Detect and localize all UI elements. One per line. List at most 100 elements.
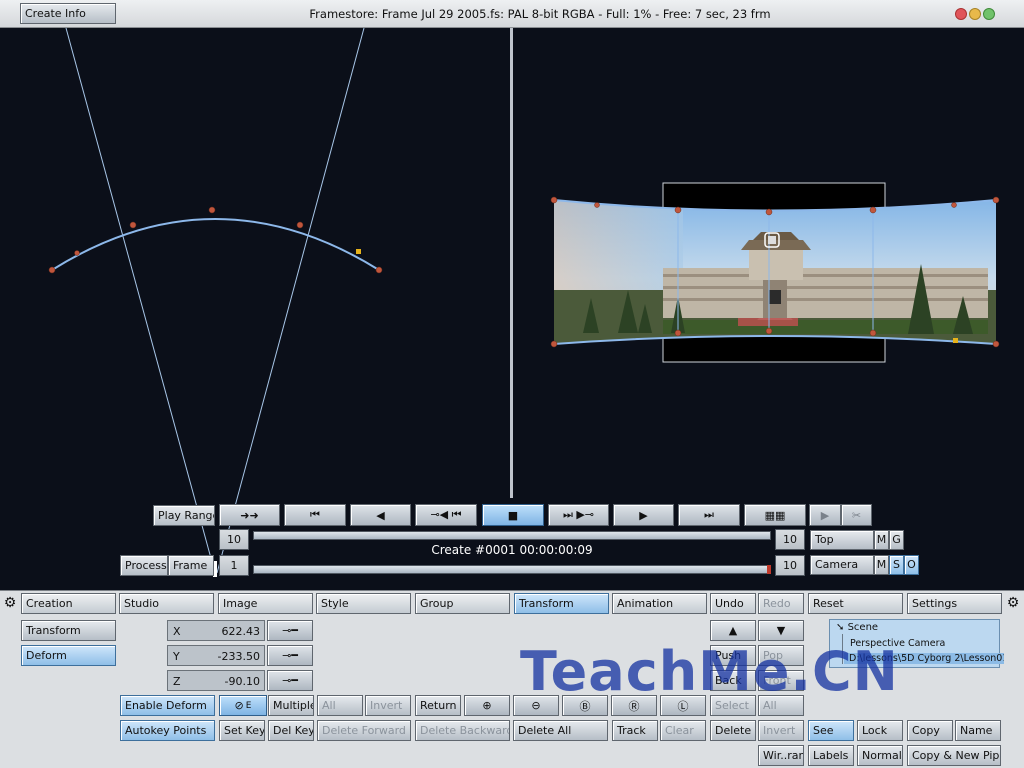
tab-style[interactable]: Style xyxy=(316,593,411,614)
play-icon: ▶ xyxy=(639,508,648,522)
delete-all-button[interactable]: Delete All xyxy=(513,720,608,741)
wireframe-button[interactable]: Wir..rame xyxy=(758,745,804,766)
invert-points-button[interactable]: Invert xyxy=(365,695,411,716)
add-point-button[interactable]: ⊕ xyxy=(464,695,510,716)
y-field[interactable]: Y -233.50 xyxy=(167,645,265,666)
control-point xyxy=(296,221,304,229)
arrows-icon: ➜➜ xyxy=(240,508,259,522)
current-frame-field[interactable]: 1 xyxy=(219,555,249,576)
arrows-button[interactable]: ➜➜ xyxy=(219,504,280,526)
move-up-button[interactable]: ▲ xyxy=(710,620,756,641)
scissors-icon: ✂ xyxy=(851,508,862,522)
transform-mode-button[interactable]: Transform xyxy=(21,620,116,641)
normals-button[interactable]: Normals xyxy=(857,745,903,766)
fast-forward-end-button[interactable]: ⏭ xyxy=(678,504,740,526)
rewind-to-start-icon: ⏮ xyxy=(310,508,320,521)
back-key-icon: ⊸◀ ⏮ xyxy=(430,508,462,521)
stop-icon: ■ xyxy=(507,508,519,522)
enable-deform-button[interactable]: Enable Deform xyxy=(120,695,215,716)
control-point xyxy=(375,266,383,274)
rewind-to-start-button[interactable]: ⏮ xyxy=(284,504,346,526)
range-slider[interactable] xyxy=(253,531,771,540)
tab-animation[interactable]: Animation xyxy=(612,593,707,614)
close-window-icon[interactable] xyxy=(955,8,967,20)
reset-button[interactable]: Reset xyxy=(808,593,903,614)
delete-forward-button[interactable]: Delete Forward xyxy=(317,720,411,741)
track-button[interactable]: Track xyxy=(612,720,658,741)
gear-right-icon[interactable]: ⚙ xyxy=(1005,594,1021,612)
next-key-button[interactable]: ⏭ ▶⊸ xyxy=(548,504,609,526)
top-view-g-button[interactable]: G xyxy=(889,530,904,550)
autokey-points-button[interactable]: Autokey Points xyxy=(120,720,215,741)
tab-group[interactable]: Group xyxy=(415,593,510,614)
del-key-button[interactable]: Del Key xyxy=(268,720,314,741)
labels-button[interactable]: Labels xyxy=(808,745,854,766)
scissors-button[interactable]: ✂ xyxy=(841,504,872,526)
minimize-window-icon[interactable] xyxy=(969,8,981,20)
name-button[interactable]: Name xyxy=(955,720,1001,741)
return-button[interactable]: Return xyxy=(415,695,461,716)
film-button[interactable]: ▦▦ xyxy=(744,504,806,526)
z-field[interactable]: Z -90.10 xyxy=(167,670,265,691)
deform-mode-button[interactable]: Deform xyxy=(21,645,116,666)
set-key-button[interactable]: Set Key xyxy=(219,720,265,741)
control-point xyxy=(951,202,957,208)
copy-button[interactable]: Copy xyxy=(907,720,953,741)
scene-tree-root[interactable]: ➘ Scene xyxy=(836,622,878,633)
watermark-text: TeachMe.CN xyxy=(520,640,899,703)
tab-creation[interactable]: Creation xyxy=(21,593,116,614)
tab-transform[interactable]: Transform xyxy=(514,593,609,614)
undo-button[interactable]: Undo xyxy=(710,593,756,614)
camera-view-m-button[interactable]: M xyxy=(874,555,889,575)
frame-slider[interactable] xyxy=(253,565,771,574)
slider-icon: ⊸━ xyxy=(282,649,298,662)
camera-view-s-button[interactable]: S xyxy=(889,555,904,575)
stop-button[interactable]: ■ xyxy=(482,504,544,526)
settings-button[interactable]: Settings xyxy=(907,593,1002,614)
in-point-field[interactable]: 10 xyxy=(219,529,249,550)
delete-backward-button[interactable]: Delete Backward xyxy=(415,720,510,741)
zoom-window-icon[interactable] xyxy=(983,8,995,20)
top-view-button[interactable]: Top xyxy=(810,530,874,550)
out-point-field[interactable]: 10 xyxy=(775,529,805,550)
gear-left-icon[interactable]: ⚙ xyxy=(2,594,18,612)
create-info-button[interactable]: Create Info xyxy=(20,3,116,24)
play-button[interactable]: ▶ xyxy=(613,504,674,526)
camera-view-o-button[interactable]: O xyxy=(904,555,919,575)
x-slider-button[interactable]: ⊸━ xyxy=(267,620,313,641)
y-label: Y xyxy=(173,650,180,663)
z-slider-button[interactable]: ⊸━ xyxy=(267,670,313,691)
slider-icon: ⊸━ xyxy=(282,624,298,637)
play-range-button[interactable]: Play Range xyxy=(153,505,215,526)
move-down-button[interactable]: ▼ xyxy=(758,620,804,641)
delete-button[interactable]: Delete xyxy=(710,720,756,741)
invert-button[interactable]: Invert xyxy=(758,720,804,741)
control-point xyxy=(992,340,1000,348)
see-button[interactable]: See xyxy=(808,720,854,741)
record-button[interactable]: ▶ xyxy=(809,504,841,526)
back-key-button[interactable]: ⊸◀ ⏮ xyxy=(415,504,477,526)
process-button[interactable]: Process xyxy=(120,555,168,576)
tab-image[interactable]: Image xyxy=(218,593,313,614)
frame-button[interactable]: Frame xyxy=(168,555,214,576)
y-slider-button[interactable]: ⊸━ xyxy=(267,645,313,666)
copy-new-pipe-button[interactable]: Copy & New Pipe xyxy=(907,745,1001,766)
clear-button[interactable]: Clear xyxy=(660,720,706,741)
multiple-button[interactable]: Multiple xyxy=(268,695,314,716)
camera-frustum-left-line xyxy=(65,28,216,574)
e-point-button[interactable]: ⊘ E xyxy=(219,695,267,716)
select-all-points-button[interactable]: All xyxy=(317,695,363,716)
lock-button[interactable]: Lock xyxy=(857,720,903,741)
redo-button[interactable]: Redo xyxy=(758,593,804,614)
camera-view-button[interactable]: Camera xyxy=(810,555,874,575)
x-field[interactable]: X 622.43 xyxy=(167,620,265,641)
out2-point-field[interactable]: 10 xyxy=(775,555,805,576)
control-point xyxy=(129,221,137,229)
camera-view-svg[interactable] xyxy=(513,28,1024,498)
selection-handle-fill xyxy=(768,236,776,244)
expand-arrow-icon[interactable]: ➘ xyxy=(836,622,844,633)
panorama-image xyxy=(554,200,996,344)
step-back-button[interactable]: ◀ xyxy=(350,504,411,526)
tab-studio[interactable]: Studio xyxy=(119,593,214,614)
top-view-m-button[interactable]: M xyxy=(874,530,889,550)
